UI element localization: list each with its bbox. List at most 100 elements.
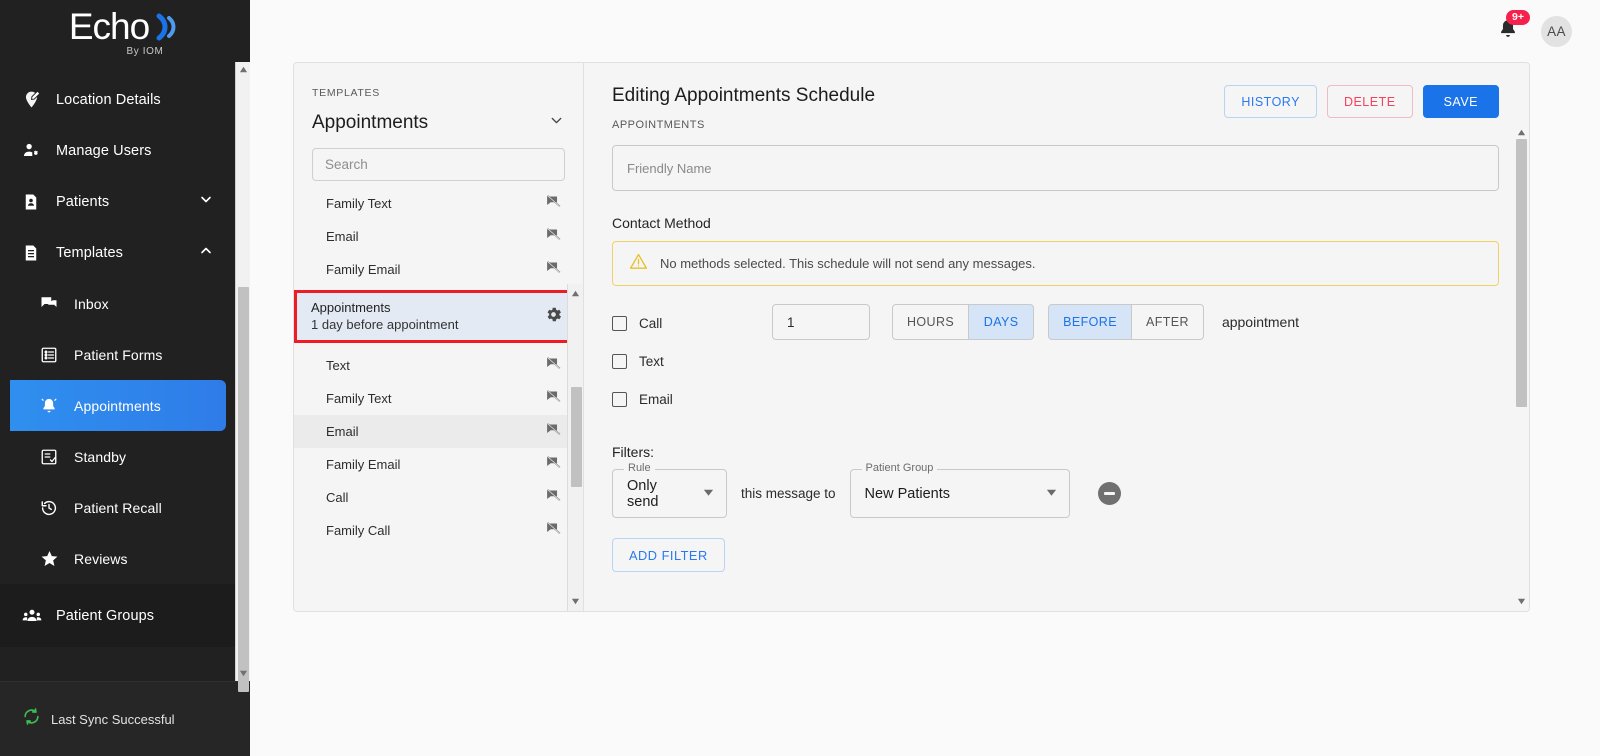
sync-status-bar: Last Sync Successful xyxy=(0,681,250,756)
sidebar-item-patient-forms[interactable]: Patient Forms xyxy=(10,329,250,380)
templates-search[interactable] xyxy=(312,148,565,181)
history-button[interactable]: HISTORY xyxy=(1224,85,1317,118)
main-area: 9+ AA TEMPLATES Appointments Search Fami… xyxy=(250,0,1600,756)
scroll-down-arrow-icon[interactable] xyxy=(236,666,250,681)
announcement-off-icon[interactable] xyxy=(545,355,562,377)
method-label: Text xyxy=(639,353,664,369)
search-input[interactable] xyxy=(325,157,552,172)
text-checkbox[interactable] xyxy=(612,353,627,369)
rule-select[interactable]: Rule Only send xyxy=(612,462,727,518)
list-item-selected-appointments[interactable]: Appointments 1 day before appointment xyxy=(294,290,583,343)
logo-subtitle: By IOM xyxy=(126,45,164,57)
list-item-label: Email xyxy=(326,229,359,244)
notifications-button[interactable]: 9+ xyxy=(1497,9,1530,45)
editor-scrollbar[interactable] xyxy=(1513,123,1529,611)
announcement-off-icon[interactable] xyxy=(545,226,562,248)
gear-icon[interactable] xyxy=(544,305,563,329)
sidebar-nav: Location Details Manage Users Patients T… xyxy=(0,62,250,681)
sidebar-item-manage-users[interactable]: Manage Users xyxy=(0,125,250,176)
timing-relation-group: BEFORE AFTER xyxy=(1048,304,1204,340)
list-item[interactable]: Family Email xyxy=(294,448,583,481)
sync-refresh-icon xyxy=(22,707,41,731)
sidebar-scrollbar[interactable] xyxy=(235,62,250,692)
chevron-down-icon[interactable] xyxy=(685,485,714,503)
sidebar-item-label: Patient Recall xyxy=(74,499,162,516)
sidebar-item-location-details[interactable]: Location Details xyxy=(0,74,250,125)
templates-list-above: Family Text Email Family Email xyxy=(294,187,583,286)
unit-hours-button[interactable]: HOURS xyxy=(892,304,970,340)
breadcrumb: APPOINTMENTS xyxy=(612,119,705,131)
scroll-down-arrow-icon[interactable] xyxy=(1513,594,1529,608)
contact-methods: Call Text Email 1 HOURS DAYS BEFORE AFTE… xyxy=(612,304,1499,418)
list-item[interactable]: Text xyxy=(294,349,583,382)
patient-forms-icon xyxy=(40,346,66,364)
sidebar-item-patient-recall[interactable]: Patient Recall xyxy=(10,482,250,533)
editor-title-block: Editing Appointments Schedule APPOINTMEN… xyxy=(612,85,875,131)
list-item[interactable]: Call xyxy=(294,481,583,514)
inbox-chat-icon xyxy=(40,295,66,313)
warning-text: No methods selected. This schedule will … xyxy=(660,256,1036,271)
scroll-up-arrow-icon[interactable] xyxy=(236,62,250,77)
announcement-off-icon[interactable] xyxy=(545,388,562,410)
chevron-down-icon[interactable] xyxy=(1028,485,1057,503)
relation-before-button[interactable]: BEFORE xyxy=(1048,304,1132,340)
chevron-down-icon xyxy=(198,191,214,212)
announcement-off-icon[interactable] xyxy=(545,487,562,509)
topbar: 9+ AA xyxy=(250,0,1600,62)
logo-wordmark: Echo xyxy=(68,6,150,48)
editor-scrollbar-thumb[interactable] xyxy=(1516,139,1527,407)
announcement-off-icon[interactable] xyxy=(545,520,562,542)
scroll-up-arrow-icon[interactable] xyxy=(568,286,583,300)
sidebar-item-label: Patients xyxy=(56,193,110,210)
delete-button[interactable]: DELETE xyxy=(1326,85,1413,118)
templates-scrollbar-thumb[interactable] xyxy=(571,387,582,487)
relation-after-button[interactable]: AFTER xyxy=(1131,304,1204,340)
call-checkbox[interactable] xyxy=(612,315,627,331)
friendly-name-input[interactable] xyxy=(627,160,1484,176)
warning-triangle-icon xyxy=(629,252,648,276)
list-item[interactable]: Family Text xyxy=(294,382,583,415)
templates-scrollbar[interactable] xyxy=(567,284,583,611)
list-item[interactable]: Email xyxy=(294,220,583,253)
email-checkbox[interactable] xyxy=(612,391,627,407)
method-row-text[interactable]: Text xyxy=(612,342,1499,380)
announcement-off-icon[interactable] xyxy=(545,454,562,476)
list-item[interactable]: Family Email xyxy=(294,253,583,286)
list-item[interactable]: Family Call xyxy=(294,514,583,547)
patient-group-select[interactable]: Patient Group New Patients xyxy=(849,462,1070,518)
patients-icon xyxy=(22,193,48,211)
method-label: Call xyxy=(639,315,663,331)
templates-category-toggle[interactable]: Appointments xyxy=(312,112,565,134)
sidebar-item-label: Templates xyxy=(56,244,123,261)
save-button[interactable]: SAVE xyxy=(1422,85,1499,118)
announcement-off-icon[interactable] xyxy=(545,193,562,215)
avatar[interactable]: AA xyxy=(1541,15,1572,47)
templates-list-below: Text Family Text Email Family Email Call… xyxy=(294,349,583,547)
sidebar-item-appointments[interactable]: Appointments xyxy=(10,380,226,431)
scroll-down-arrow-icon[interactable] xyxy=(568,594,583,608)
minus-circle-icon[interactable] xyxy=(1097,482,1121,505)
sidebar-item-label: Patient Groups xyxy=(56,607,155,624)
announcement-off-icon[interactable] xyxy=(545,259,562,281)
sidebar-item-patients[interactable]: Patients xyxy=(0,176,250,227)
sidebar-scrollbar-thumb[interactable] xyxy=(238,287,249,692)
friendly-name-field[interactable] xyxy=(612,145,1499,191)
add-filter-button[interactable]: ADD FILTER xyxy=(612,538,725,572)
sidebar-item-standby[interactable]: Standby xyxy=(10,431,250,482)
announcement-off-icon[interactable] xyxy=(545,421,562,443)
timing-amount-input[interactable]: 1 xyxy=(772,304,870,340)
scroll-up-arrow-icon[interactable] xyxy=(1513,125,1529,139)
sidebar: Echo By IOM Location Details Manage User… xyxy=(0,0,250,756)
list-item[interactable]: Email xyxy=(294,415,583,448)
method-label: Email xyxy=(639,391,673,407)
unit-days-button[interactable]: DAYS xyxy=(969,304,1035,340)
sidebar-item-templates[interactable]: Templates xyxy=(0,227,250,278)
list-item-label: Family Text xyxy=(326,196,392,211)
editor-body: Editing Appointments Schedule APPOINTMEN… xyxy=(584,63,1529,572)
list-item[interactable]: Family Text xyxy=(294,187,583,220)
sidebar-item-reviews[interactable]: Reviews xyxy=(10,533,250,584)
method-row-email[interactable]: Email xyxy=(612,380,1499,418)
sidebar-item-inbox[interactable]: Inbox xyxy=(10,278,250,329)
sidebar-group-section: Patient Groups xyxy=(0,584,250,647)
sidebar-item-patient-groups[interactable]: Patient Groups xyxy=(0,590,250,641)
